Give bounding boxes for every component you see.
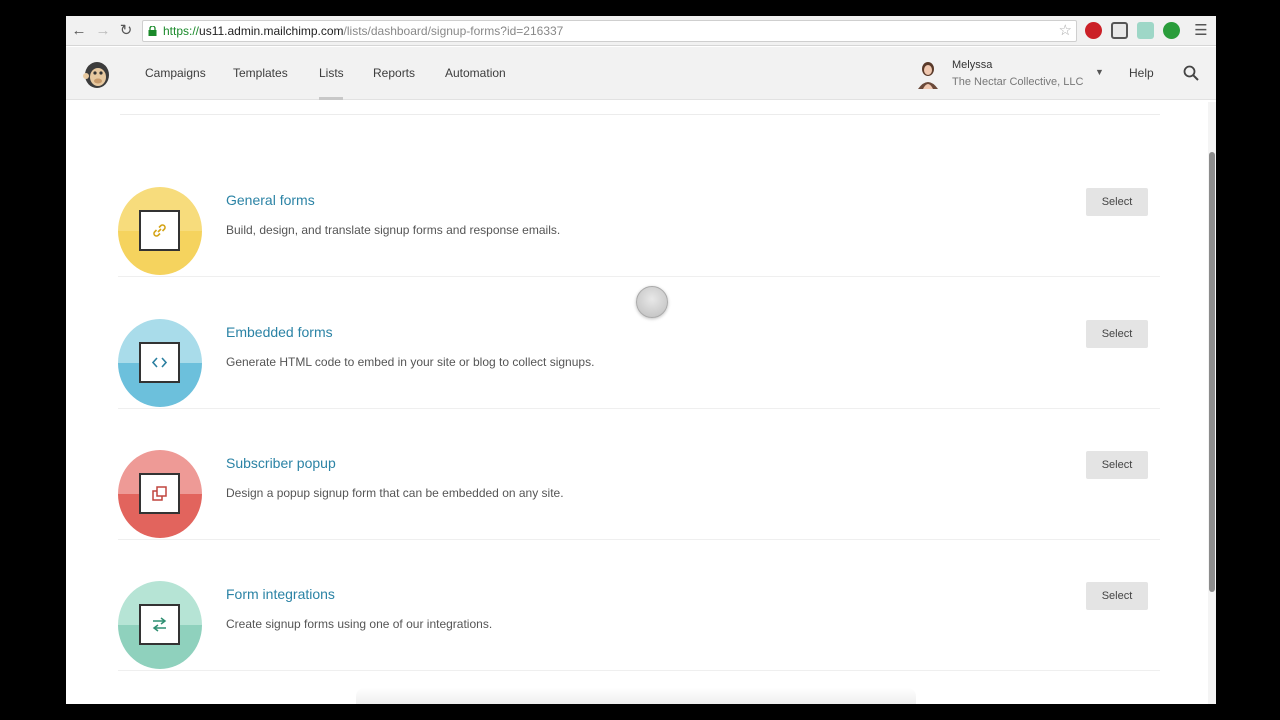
general-forms-select-button[interactable]: Select — [1086, 188, 1148, 216]
pinterest-icon[interactable] — [1085, 22, 1102, 39]
pocket-icon[interactable] — [1111, 22, 1128, 39]
user-name[interactable]: Melyssa — [952, 59, 992, 71]
swap-arrows-icon — [152, 617, 167, 632]
embedded-forms-description: Generate HTML code to embed in your site… — [226, 355, 595, 369]
forward-icon[interactable]: → — [94, 22, 112, 40]
url-scheme: https:// — [163, 24, 200, 38]
general-forms-description: Build, design, and translate signup form… — [226, 223, 561, 237]
search-icon[interactable] — [1183, 65, 1199, 81]
nav-automation[interactable]: Automation — [445, 66, 506, 80]
browser-toolbar: ← → ↻ https://us11.admin.mailchimp.com/l… — [66, 16, 1216, 46]
embedded-forms-badge — [118, 319, 202, 407]
nav-reports[interactable]: Reports — [373, 66, 415, 80]
evernote-icon[interactable] — [1163, 22, 1180, 39]
chevron-down-icon[interactable]: ▼ — [1095, 67, 1104, 77]
bottom-panel-edge — [356, 688, 916, 704]
embedded-forms-title[interactable]: Embedded forms — [226, 324, 333, 340]
lock-icon — [148, 26, 157, 36]
popup-icon — [152, 486, 167, 501]
subscriber-popup-select-button[interactable]: Select — [1086, 451, 1148, 479]
bookmark-star-icon[interactable]: ☆ — [1059, 21, 1072, 41]
form-type-row-integrations: Form integrations Create signup forms us… — [118, 540, 1160, 671]
subscriber-popup-title[interactable]: Subscriber popup — [226, 455, 336, 471]
embedded-forms-select-button[interactable]: Select — [1086, 320, 1148, 348]
app-header: Campaigns Templates Lists Reports Automa… — [66, 47, 1216, 100]
mailchimp-logo-icon[interactable] — [82, 58, 112, 90]
back-icon[interactable]: ← — [70, 22, 88, 40]
link-icon — [153, 224, 166, 237]
content-divider — [120, 114, 1160, 115]
reload-icon[interactable]: ↻ — [117, 22, 135, 40]
form-integrations-description: Create signup forms using one of our int… — [226, 617, 493, 631]
help-link[interactable]: Help — [1129, 66, 1154, 80]
extension-icon[interactable] — [1137, 22, 1154, 39]
form-type-row-general: General forms Build, design, and transla… — [118, 146, 1160, 277]
address-bar[interactable]: https://us11.admin.mailchimp.com/lists/d… — [142, 20, 1077, 42]
scrollbar-thumb[interactable] — [1209, 152, 1215, 592]
nav-campaigns[interactable]: Campaigns — [145, 66, 206, 80]
avatar[interactable] — [914, 59, 942, 89]
browser-menu-icon[interactable]: ☰ — [1192, 22, 1210, 40]
user-organization[interactable]: The Nectar Collective, LLC — [952, 76, 1083, 88]
form-integrations-badge — [118, 581, 202, 669]
browser-window: ← → ↻ https://us11.admin.mailchimp.com/l… — [66, 16, 1216, 704]
code-icon — [151, 357, 168, 368]
nav-templates[interactable]: Templates — [233, 66, 288, 80]
form-type-row-popup: Subscriber popup Design a popup signup f… — [118, 409, 1160, 540]
nav-active-indicator — [319, 97, 343, 100]
general-forms-badge — [118, 187, 202, 275]
nav-lists[interactable]: Lists — [319, 66, 344, 80]
url-domain: us11.admin.mailchimp.com — [199, 24, 344, 38]
form-integrations-title[interactable]: Form integrations — [226, 586, 335, 602]
subscriber-popup-description: Design a popup signup form that can be e… — [226, 486, 564, 500]
general-forms-title[interactable]: General forms — [226, 192, 315, 208]
subscriber-popup-badge — [118, 450, 202, 538]
url-path: /lists/dashboard/signup-forms?id=216337 — [343, 24, 564, 38]
form-integrations-select-button[interactable]: Select — [1086, 582, 1148, 610]
pointer-cursor — [636, 286, 668, 318]
